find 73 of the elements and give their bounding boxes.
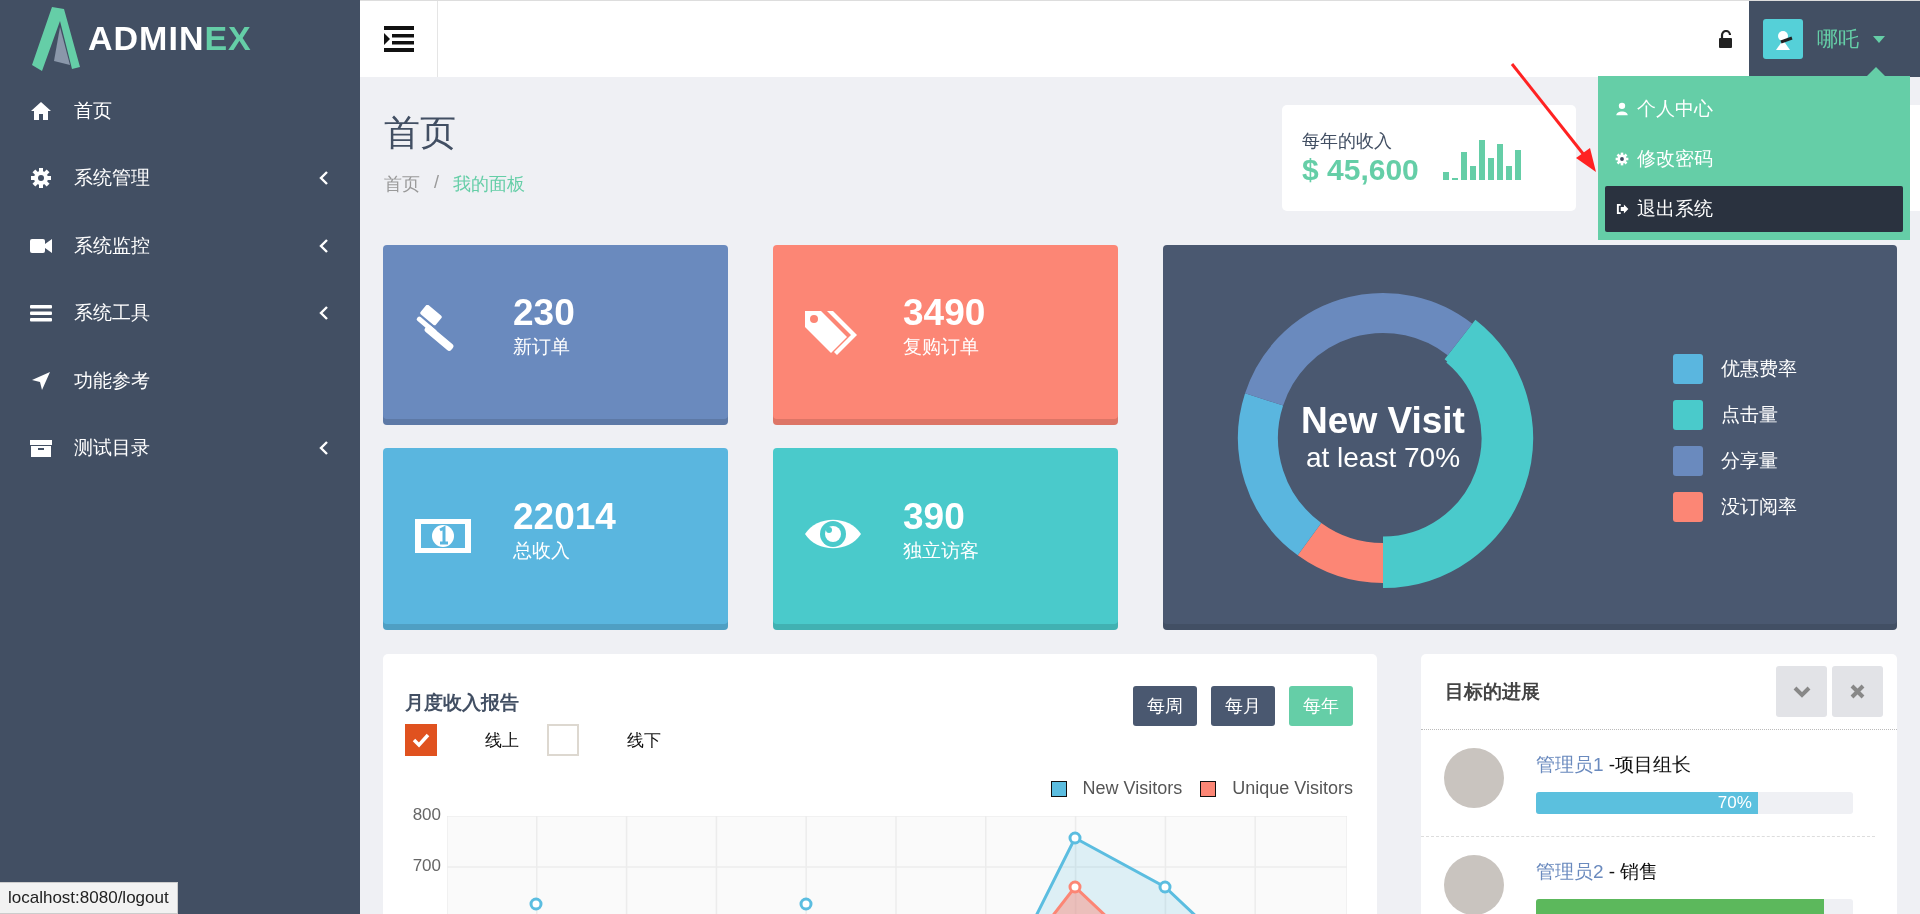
data-point: [529, 897, 543, 911]
legend-label: 分享量: [1721, 448, 1778, 473]
data-point: [1068, 831, 1082, 845]
location-arrow-icon: [30, 369, 52, 392]
axis-label: 800: [411, 805, 441, 825]
data-point: [799, 897, 813, 911]
stat-label: 总收入: [513, 539, 571, 564]
data-point: [1158, 880, 1172, 894]
sidebar-item[interactable]: 系统管理: [0, 144, 360, 212]
checkbox-label: 线上: [485, 729, 519, 752]
indent-icon: [383, 26, 414, 52]
sidebar-item[interactable]: 功能参考: [0, 347, 360, 415]
stat-label: 独立访客: [903, 539, 979, 564]
role-text: - 销售: [1607, 861, 1659, 882]
home-icon: [30, 99, 52, 122]
breadcrumb-current: 我的面板: [453, 173, 525, 196]
checkbox[interactable]: [405, 724, 437, 756]
stat-value: 22014: [513, 495, 616, 539]
legend-label: 没订阅率: [1721, 494, 1797, 519]
checkmark-icon: [412, 732, 430, 748]
user-menu-button[interactable]: 哪吒: [1749, 1, 1920, 77]
chevron-left-icon: [318, 305, 330, 322]
user-link[interactable]: 管理员1: [1536, 754, 1604, 775]
sidebar-item[interactable]: 系统监控: [0, 212, 360, 280]
sign-out-icon: [1615, 202, 1629, 216]
legend-label: Unique Visitors: [1232, 778, 1353, 799]
sidebar-item[interactable]: 测试目录: [0, 414, 360, 482]
legend-label: 点击量: [1721, 402, 1778, 427]
collapse-button[interactable]: [1776, 666, 1827, 717]
user-link[interactable]: 管理员2: [1536, 861, 1604, 882]
logo-text: ADMINEX: [88, 19, 252, 58]
role-text: -项目组长: [1607, 754, 1692, 775]
card-label: 每年的收入: [1302, 130, 1393, 153]
archive-box-icon: [30, 437, 52, 460]
period-button[interactable]: 每月: [1211, 686, 1275, 726]
progress-fill: 70%: [1536, 792, 1758, 814]
dropdown-item[interactable]: 退出系统: [1605, 186, 1903, 232]
breadcrumb-separator: /: [434, 172, 439, 194]
data-point: [1068, 880, 1082, 894]
settings-icon: [30, 167, 52, 190]
legend-label: New Visitors: [1082, 778, 1183, 799]
user-icon: [1615, 102, 1629, 116]
donut-subtitle: at least 70%: [1305, 441, 1461, 474]
stat-label: 复购订单: [903, 335, 980, 360]
legend-label: 优惠费率: [1721, 356, 1797, 381]
chevron-left-icon: [318, 440, 330, 457]
avatar-placeholder: [1444, 748, 1504, 808]
chevron-left-icon: [318, 170, 330, 187]
close-icon: [1850, 684, 1865, 699]
stat-value: 3490: [903, 291, 986, 335]
close-button[interactable]: [1832, 666, 1883, 717]
stat-value: 390: [903, 495, 966, 539]
chevron-down-icon: [1792, 685, 1811, 698]
unlocked-padlock-icon: [1719, 30, 1733, 48]
donut-title: New Visit: [1301, 401, 1465, 442]
stat-value: 230: [513, 291, 575, 335]
card-value: $ 45,600: [1302, 153, 1419, 187]
settings-icon: [1615, 152, 1629, 166]
checkbox-label: 线下: [627, 729, 661, 752]
logo-icon: [30, 4, 82, 73]
caret-down-icon: [1873, 35, 1885, 43]
chevron-left-icon: [318, 237, 330, 254]
period-button[interactable]: 每周: [1133, 686, 1197, 726]
stat-label: 新订单: [513, 335, 571, 360]
page-title: 首页: [384, 111, 457, 155]
browser-status-bar: localhost:8080/logout: [0, 882, 178, 914]
sidebar-item[interactable]: 首页: [0, 77, 360, 145]
panel-title: 目标的进展: [1445, 679, 1541, 704]
axis-label: 700: [411, 856, 441, 876]
menu-icon: [30, 302, 52, 325]
panel-title: 月度收入报告: [405, 691, 520, 715]
avatar-placeholder: [1444, 855, 1504, 914]
sidebar-item[interactable]: 系统工具: [0, 279, 360, 347]
